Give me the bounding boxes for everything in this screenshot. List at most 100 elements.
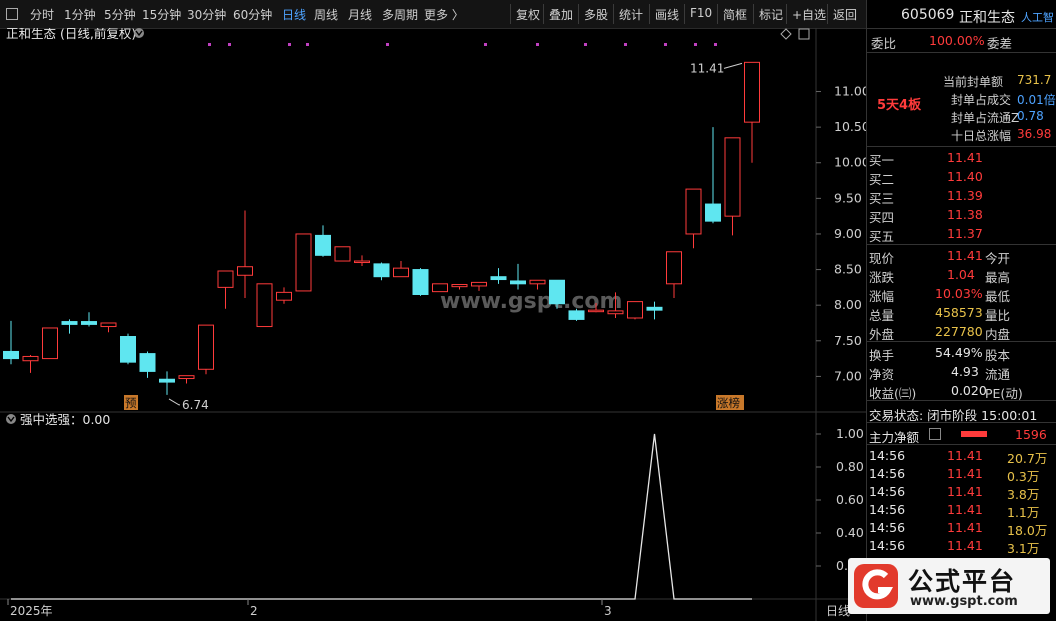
candle-body <box>412 269 429 295</box>
bid-row[interactable]: 买四 11.38 <box>867 206 1056 225</box>
quote-row[interactable]: 外盘 227780 内盘 <box>867 323 1056 342</box>
candles <box>3 61 760 395</box>
menu-toggle-icon[interactable] <box>6 8 18 20</box>
candle-body <box>198 324 214 370</box>
toolbar-item-9[interactable]: 多周期 <box>382 6 418 23</box>
bid-row[interactable]: 买五 11.37 <box>867 225 1056 244</box>
quote-label: 涨跌 <box>869 270 895 285</box>
toolbar-item-3[interactable]: 15分钟 <box>142 6 181 23</box>
toolbar-item-2[interactable]: 5分钟 <box>104 6 136 23</box>
toolbar-divider <box>578 4 579 24</box>
toolbar-button-6[interactable]: 简框 <box>723 6 747 23</box>
quote-label-2: 最高 <box>985 270 1011 285</box>
toolbar-item-1[interactable]: 1分钟 <box>64 6 96 23</box>
toolbar-button-4[interactable]: 画线 <box>655 6 679 23</box>
candle-body <box>139 353 156 372</box>
tick-row[interactable]: 14:56 11.41 0.3万 <box>867 465 1056 484</box>
indicator-line <box>11 433 752 600</box>
candle-body <box>705 203 721 222</box>
signal-dot <box>624 43 627 46</box>
platform-logo: 公式平台 www.gspt.com <box>848 558 1050 614</box>
signal-dot <box>228 43 231 46</box>
toolbar-item-7[interactable]: 周线 <box>314 6 338 23</box>
bid-row[interactable]: 买三 11.39 <box>867 187 1056 206</box>
tick-price: 11.41 <box>947 520 983 535</box>
toolbar-item-5[interactable]: 60分钟 <box>233 6 272 23</box>
quote-row[interactable]: 涨幅 10.03% 最低 <box>867 285 1056 304</box>
tick-time: 14:56 <box>869 502 906 517</box>
toolbar-divider <box>786 4 787 24</box>
toolbar-divider <box>827 4 828 24</box>
dropdown-icon[interactable] <box>134 28 144 38</box>
ai-label[interactable]: 人工智 <box>1021 9 1054 25</box>
bid-row[interactable]: 买二 11.40 <box>867 168 1056 187</box>
quote-value: 227780 <box>935 324 983 339</box>
toolbar-button-8[interactable]: +自选 <box>792 6 826 23</box>
candle-body <box>315 234 331 256</box>
price-tick-label: 9.50 <box>834 190 862 205</box>
candle-body <box>61 321 78 325</box>
indicator-dropdown-icon[interactable] <box>6 414 16 424</box>
toolbar-item-6[interactable]: 日线 <box>282 6 306 23</box>
bid-label: 买五 <box>869 229 895 244</box>
stats-row[interactable]: 收益(㈢) 0.020 PE(动) <box>867 382 1056 401</box>
table-icon[interactable] <box>929 428 941 440</box>
tick-row[interactable]: 14:56 11.41 3.1万 <box>867 537 1056 556</box>
diamond-icon[interactable] <box>780 28 792 40</box>
logo-url: www.gspt.com <box>910 594 1018 609</box>
bid-label: 买一 <box>869 153 895 168</box>
quote-row[interactable]: 现价 11.41 今开 <box>867 247 1056 266</box>
toolbar-item-8[interactable]: 月线 <box>348 6 372 23</box>
price-tick-label: 8.50 <box>834 262 862 277</box>
candle-body <box>666 251 682 285</box>
tick-price: 11.41 <box>947 484 983 499</box>
toolbar-divider <box>753 4 754 24</box>
signal-dot <box>386 43 389 46</box>
stats-row[interactable]: 换手 54.49% 股本 <box>867 344 1056 363</box>
toolbar-button-9[interactable]: 返回 <box>833 6 857 23</box>
seal-row: 十日总涨幅 36.98 <box>867 126 1056 144</box>
toolbar-button-3[interactable]: 统计 <box>619 6 643 23</box>
toolbar-button-0[interactable]: 复权 <box>516 6 540 23</box>
candle-body <box>256 283 273 328</box>
settings-icon[interactable] <box>798 28 810 40</box>
tick-row[interactable]: 14:56 11.41 20.7万 <box>867 447 1056 466</box>
quote-value: 11.41 <box>947 248 983 263</box>
toolbar-button-2[interactable]: 多股 <box>584 6 608 23</box>
quote-value: 458573 <box>935 305 983 320</box>
tick-row[interactable]: 14:56 11.41 3.8万 <box>867 483 1056 502</box>
toolbar-button-5[interactable]: F10 <box>690 6 712 20</box>
quote-row[interactable]: 总量 458573 量比 <box>867 304 1056 323</box>
toolbar-divider <box>543 4 544 24</box>
candle-body <box>568 310 585 320</box>
bid-row[interactable]: 买一 11.41 <box>867 149 1056 168</box>
signal-dot <box>694 43 697 46</box>
tick-row[interactable]: 14:56 11.41 1.1万 <box>867 501 1056 520</box>
toolbar-button-1[interactable]: 叠加 <box>549 6 573 23</box>
quote-label-2: 量比 <box>985 308 1011 323</box>
kline-chart-area[interactable]: 正和生态 (日线,前复权) www.gspt.com 11.0010.5010.… <box>0 28 866 621</box>
signal-dot <box>208 43 211 46</box>
toolbar-button-7[interactable]: 标记 <box>759 6 783 23</box>
stats-label-2: 流通 <box>985 367 1011 382</box>
signal-dot <box>584 43 587 46</box>
tick-price: 11.41 <box>947 502 983 517</box>
toolbar-item-0[interactable]: 分时 <box>30 6 54 23</box>
toolbar-item-4[interactable]: 30分钟 <box>187 6 226 23</box>
tick-time: 14:56 <box>869 466 906 481</box>
tick-time: 14:56 <box>869 520 906 535</box>
seal-row: 封单占成交 0.01倍 <box>867 90 1056 108</box>
stats-row[interactable]: 净资 4.93 流通 <box>867 363 1056 382</box>
tick-time: 14:56 <box>869 448 906 463</box>
signal-dot <box>288 43 291 46</box>
candle-body <box>724 137 741 217</box>
quote-value: 10.03% <box>935 286 983 301</box>
seal-value: 36.98 <box>1017 127 1052 141</box>
toolbar-item-10[interactable]: 更多 〉 <box>424 6 464 23</box>
stats-label: 净资 <box>869 367 895 382</box>
stats-label-2: 股本 <box>985 348 1011 363</box>
bid-label: 买三 <box>869 191 895 206</box>
tick-row[interactable]: 14:56 11.41 18.0万 <box>867 519 1056 538</box>
indicator-tick-label: 0.60 <box>836 492 864 507</box>
quote-row[interactable]: 涨跌 1.04 最高 <box>867 266 1056 285</box>
